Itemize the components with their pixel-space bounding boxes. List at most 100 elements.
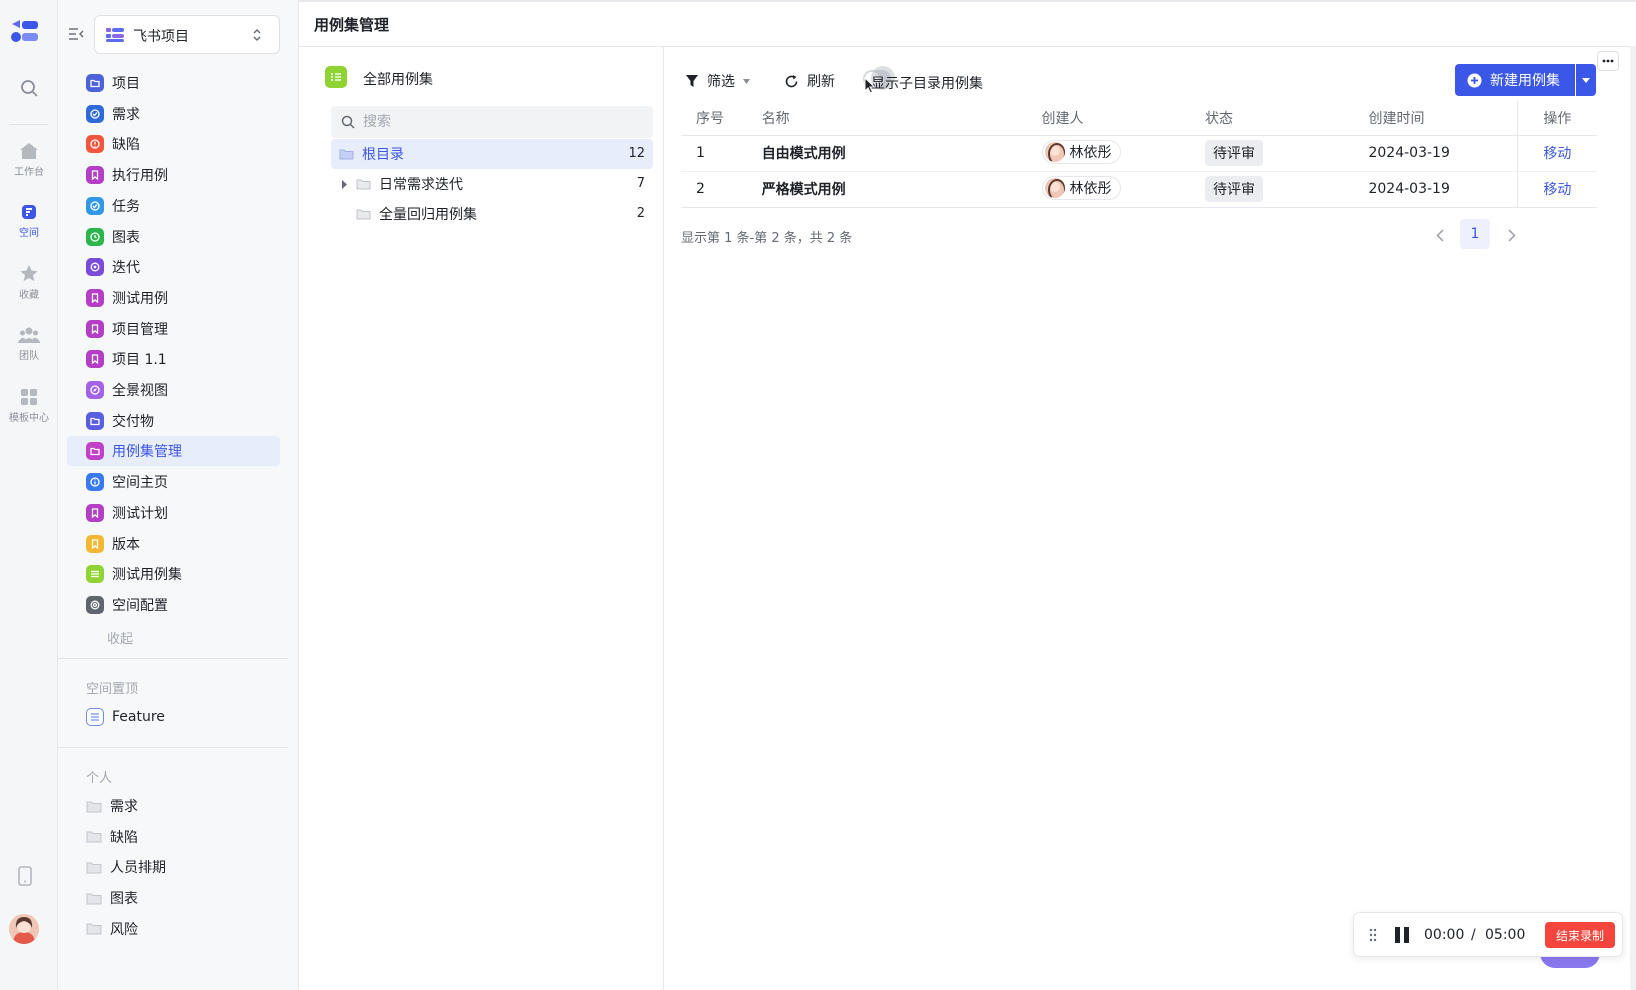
tree-row-root[interactable]: 根目录 12 bbox=[331, 139, 653, 169]
sidebar-item-version[interactable]: 版本 bbox=[67, 529, 280, 559]
tree-row-daily-iteration[interactable]: 日常需求迭代 7 bbox=[331, 169, 653, 199]
project-select[interactable]: 飞书项目 bbox=[94, 15, 280, 54]
sidebar-item-space-config[interactable]: 空间配置 bbox=[67, 590, 280, 620]
rail-favorites[interactable]: 收藏 bbox=[0, 264, 58, 301]
sidebar-item-project-1-1[interactable]: 项目 1.1 bbox=[67, 344, 280, 374]
all-casesets-title[interactable]: 全部用例集 bbox=[363, 69, 433, 89]
sidebar-item-test-plan[interactable]: 测试计划 bbox=[67, 498, 280, 528]
cell-action: 移动 bbox=[1516, 171, 1597, 208]
sidebar-item-test-caseset[interactable]: 测试用例集 bbox=[67, 559, 280, 589]
sidebar-item-label: 项目 bbox=[112, 76, 140, 92]
cell-name[interactable]: 自由模式用例 bbox=[761, 135, 1042, 172]
sidebar-item-task[interactable]: 任务 bbox=[67, 191, 280, 221]
task-icon bbox=[86, 196, 104, 215]
pause-icon[interactable] bbox=[1394, 927, 1410, 943]
collapse-link[interactable]: 收起 bbox=[107, 628, 133, 647]
tree-row-count: 7 bbox=[636, 176, 645, 191]
col-header-created[interactable]: 创建时间 bbox=[1368, 101, 1518, 136]
search-icon bbox=[21, 80, 38, 97]
col-header-name[interactable]: 名称 bbox=[761, 101, 1042, 136]
drag-handle-icon[interactable] bbox=[1369, 928, 1377, 942]
sidebar-item-deliverable[interactable]: 交付物 bbox=[67, 406, 280, 436]
sidebar-item-chart[interactable]: 图表 bbox=[67, 222, 280, 252]
sidebar-item-label: 项目管理 bbox=[112, 321, 168, 338]
col-header-creator[interactable]: 创建人 bbox=[1041, 101, 1205, 136]
rail-divider bbox=[10, 124, 48, 125]
rail-workbench[interactable]: 工作台 bbox=[0, 142, 58, 178]
sidebar-item-project-mgmt[interactable]: 项目管理 bbox=[67, 314, 280, 344]
personal-section-title: 个人 bbox=[86, 771, 113, 786]
rail-space[interactable]: 空间 bbox=[0, 203, 58, 239]
tree-search[interactable] bbox=[331, 106, 653, 138]
mobile-icon[interactable] bbox=[18, 866, 32, 890]
user-chip[interactable]: 林依彤 bbox=[1041, 140, 1121, 164]
pinned-item-feature[interactable]: Feature bbox=[67, 702, 280, 732]
prev-page-button[interactable] bbox=[1428, 221, 1452, 249]
personal-item-chart[interactable]: 图表 bbox=[67, 883, 280, 913]
table-header-row: 序号 名称 创建人 状态 创建时间 操作 bbox=[681, 101, 1597, 136]
refresh-button[interactable]: 刷新 bbox=[784, 69, 835, 93]
sidebar-item-caseset-mgmt[interactable]: 用例集管理 bbox=[67, 436, 280, 467]
chevron-updown-icon bbox=[252, 27, 262, 47]
tree-row-count: 12 bbox=[628, 146, 645, 161]
page-scrollbar[interactable] bbox=[1630, 46, 1636, 990]
exec-case-icon bbox=[86, 166, 104, 185]
table-row[interactable]: 2 严格模式用例 林依彤 待评审 2024-03-19 移动 bbox=[681, 171, 1597, 208]
sidebar-item-test-case[interactable]: 测试用例 bbox=[67, 283, 280, 313]
col-header-status[interactable]: 状态 bbox=[1205, 101, 1369, 136]
tree-row-label: 全量回归用例集 bbox=[379, 207, 477, 223]
sidebar-item-label: 图表 bbox=[112, 229, 140, 246]
cell-name[interactable]: 严格模式用例 bbox=[761, 171, 1042, 208]
collapse-sidebar-icon[interactable] bbox=[68, 27, 84, 45]
project-icon bbox=[86, 74, 104, 92]
rail-search[interactable] bbox=[0, 78, 58, 101]
sidebar-item-panorama[interactable]: 全景视图 bbox=[67, 375, 280, 405]
tree-row-label: 根目录 bbox=[362, 147, 404, 163]
table-row[interactable]: 1 自由模式用例 林依彤 待评审 2024-03-19 移动 bbox=[681, 135, 1597, 172]
folder-icon bbox=[356, 179, 371, 190]
expand-caret-icon[interactable] bbox=[341, 179, 348, 189]
personal-item-label: 需求 bbox=[110, 799, 138, 815]
move-link[interactable]: 移动 bbox=[1543, 182, 1571, 198]
next-page-button[interactable] bbox=[1500, 221, 1524, 249]
refresh-label: 刷新 bbox=[807, 74, 835, 90]
rail-team-label: 团队 bbox=[19, 351, 39, 362]
sidebar-item-space-home[interactable]: 空间主页 bbox=[67, 467, 280, 497]
rail-templates[interactable]: 模板中心 bbox=[0, 388, 58, 424]
sidebar-item-requirement[interactable]: 需求 bbox=[67, 99, 280, 129]
user-avatar[interactable] bbox=[9, 914, 39, 944]
caseset-icon bbox=[325, 66, 347, 88]
folder-icon bbox=[86, 893, 102, 905]
tree-search-input[interactable] bbox=[363, 114, 623, 130]
cell-action: 移动 bbox=[1516, 135, 1597, 172]
sidebar-item-exec-case[interactable]: 执行用例 bbox=[67, 160, 280, 190]
stop-recording-button[interactable]: 结束录制 bbox=[1545, 922, 1615, 948]
more-menu-button[interactable] bbox=[1597, 51, 1619, 71]
pinned-section-title: 空间置顶 bbox=[86, 682, 139, 697]
caseset-mgmt-icon bbox=[86, 442, 104, 461]
chart-icon bbox=[86, 227, 104, 246]
space-navigation: 飞书项目 项目 需求 缺陷 执行用例 任务 图表 迭代 测试用例 项目管理 项目 1.1 全景视图交… bbox=[58, 0, 299, 990]
rail-space-label: 空间 bbox=[19, 228, 39, 239]
personal-item-defect[interactable]: 缺陷 bbox=[67, 822, 280, 852]
chevron-right-icon bbox=[1508, 228, 1516, 242]
personal-item-staff-schedule[interactable]: 人员排期 bbox=[67, 852, 280, 882]
move-link[interactable]: 移动 bbox=[1543, 146, 1571, 162]
app-logo[interactable] bbox=[10, 20, 40, 48]
personal-item-risk[interactable]: 风险 bbox=[67, 914, 280, 944]
user-chip[interactable]: 林依彤 bbox=[1041, 176, 1121, 200]
sidebar-item-defect[interactable]: 缺陷 bbox=[67, 129, 280, 159]
col-header-index[interactable]: 序号 bbox=[681, 101, 762, 136]
new-caseset-dropdown[interactable] bbox=[1576, 64, 1596, 96]
sidebar-item-label: 用例集管理 bbox=[112, 444, 182, 461]
page-number-button[interactable]: 1 bbox=[1460, 219, 1490, 249]
caseset-table: 序号 名称 创建人 状态 创建时间 操作 1 自由模式用例 林依彤 待评审 20… bbox=[681, 101, 1597, 208]
sidebar-item-project[interactable]: 项目 bbox=[67, 68, 280, 98]
personal-item-requirement[interactable]: 需求 bbox=[67, 791, 280, 821]
new-caseset-button[interactable]: 新建用例集 bbox=[1455, 64, 1575, 96]
filter-button[interactable]: 筛选 bbox=[685, 69, 750, 93]
tree-row-full-regression[interactable]: 全量回归用例集 2 bbox=[331, 199, 653, 229]
rail-team[interactable]: 团队 bbox=[0, 326, 58, 362]
sidebar-item-iteration[interactable]: 迭代 bbox=[67, 252, 280, 282]
team-icon bbox=[18, 327, 40, 343]
